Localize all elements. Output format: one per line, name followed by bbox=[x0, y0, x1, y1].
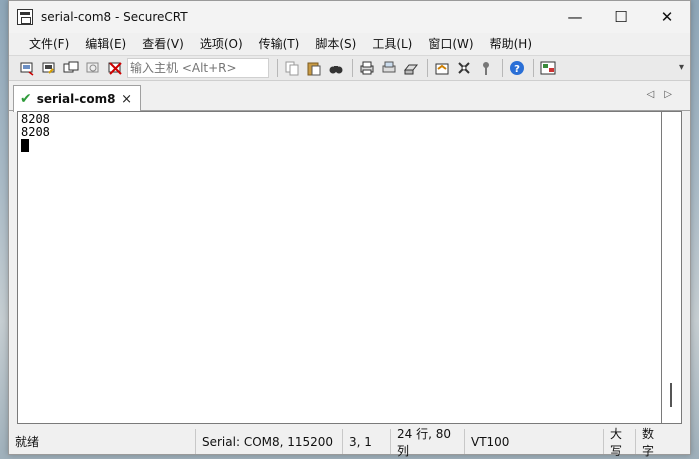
session-options-icon[interactable] bbox=[432, 58, 452, 78]
scrollbar-thumb[interactable] bbox=[670, 383, 672, 407]
menu-help[interactable]: 帮助(H) bbox=[482, 33, 540, 55]
copy-icon[interactable] bbox=[282, 58, 302, 78]
menu-view[interactable]: 查看(V) bbox=[134, 33, 192, 55]
print-icon[interactable] bbox=[357, 58, 377, 78]
toolbar-separator bbox=[502, 59, 503, 77]
menu-window[interactable]: 窗口(W) bbox=[420, 33, 481, 55]
toolbar-separator bbox=[277, 59, 278, 77]
maximize-button[interactable]: ☐ bbox=[598, 1, 644, 33]
toolbar-separator bbox=[427, 59, 428, 77]
terminal-line: 8208 bbox=[21, 112, 50, 126]
menu-script[interactable]: 脚本(S) bbox=[307, 33, 364, 55]
global-options-icon[interactable] bbox=[454, 58, 474, 78]
tab-serial-com8[interactable]: ✔ serial-com8 × bbox=[13, 85, 141, 112]
paste-icon[interactable] bbox=[304, 58, 324, 78]
tab-bar: ✔ serial-com8 × ◁▷ bbox=[9, 81, 690, 112]
toolbar-overflow-icon[interactable]: ▾ bbox=[679, 62, 684, 73]
quick-connect-icon[interactable] bbox=[39, 58, 59, 78]
keymap-icon[interactable] bbox=[476, 58, 496, 78]
status-terminal-size: 24 行, 80 列 bbox=[390, 427, 464, 458]
help-icon[interactable]: ? bbox=[507, 58, 527, 78]
command-input[interactable] bbox=[127, 58, 269, 78]
connected-check-icon: ✔ bbox=[20, 91, 32, 107]
connect-in-tab-icon[interactable] bbox=[61, 58, 81, 78]
status-connection: Serial: COM8, 115200 bbox=[195, 429, 342, 454]
window-title: serial-com8 - SecureCRT bbox=[41, 10, 188, 24]
toolbar-separator bbox=[352, 59, 353, 77]
status-emulation: VT100 bbox=[464, 429, 603, 454]
connect-icon[interactable] bbox=[17, 58, 37, 78]
status-caps-lock: 大写 bbox=[603, 427, 635, 458]
status-num-lock: 数字 bbox=[635, 427, 671, 458]
toolbar-separator bbox=[533, 59, 534, 77]
tile-icon[interactable] bbox=[538, 58, 558, 78]
menu-transfer[interactable]: 传输(T) bbox=[251, 33, 308, 55]
find-icon[interactable] bbox=[326, 58, 346, 78]
menu-options[interactable]: 选项(O) bbox=[192, 33, 251, 55]
tab-scroll-arrows-icon[interactable]: ◁▷ bbox=[647, 89, 682, 100]
reconnect-icon[interactable] bbox=[83, 58, 103, 78]
tab-close-icon[interactable]: × bbox=[121, 92, 132, 107]
tab-label: serial-com8 bbox=[36, 92, 116, 106]
terminal-line: 8208 bbox=[21, 125, 50, 139]
menu-bar: 文件(F) 编辑(E) 查看(V) 选项(O) 传输(T) 脚本(S) 工具(L… bbox=[9, 33, 690, 55]
terminal-cursor bbox=[21, 139, 29, 152]
terminal-scrollbar[interactable] bbox=[662, 111, 682, 424]
status-cursor-position: 3, 1 bbox=[342, 429, 390, 454]
status-ready: 就绪 bbox=[15, 435, 40, 449]
securecrt-app-icon[interactable] bbox=[17, 9, 33, 25]
status-bar: 就绪 Serial: COM8, 115200 3, 1 24 行, 80 列 … bbox=[9, 427, 690, 458]
disconnect-icon[interactable] bbox=[105, 58, 125, 78]
print-selection-icon[interactable] bbox=[379, 58, 399, 78]
printer-setup-icon[interactable] bbox=[401, 58, 421, 78]
toolbar: ? ▾ bbox=[9, 55, 690, 81]
securecrt-window: serial-com8 - SecureCRT — ☐ ✕ 文件(F) 编辑(E… bbox=[8, 0, 691, 458]
terminal-screen[interactable]: 8208 8208 bbox=[17, 111, 662, 424]
menu-tools[interactable]: 工具(L) bbox=[364, 33, 420, 55]
menu-file[interactable]: 文件(F) bbox=[21, 33, 77, 55]
minimize-button[interactable]: — bbox=[552, 1, 598, 33]
title-bar[interactable]: serial-com8 - SecureCRT — ☐ ✕ bbox=[9, 1, 690, 33]
close-button[interactable]: ✕ bbox=[644, 1, 690, 33]
menu-edit[interactable]: 编辑(E) bbox=[77, 33, 134, 55]
svg-text:?: ? bbox=[514, 64, 520, 75]
